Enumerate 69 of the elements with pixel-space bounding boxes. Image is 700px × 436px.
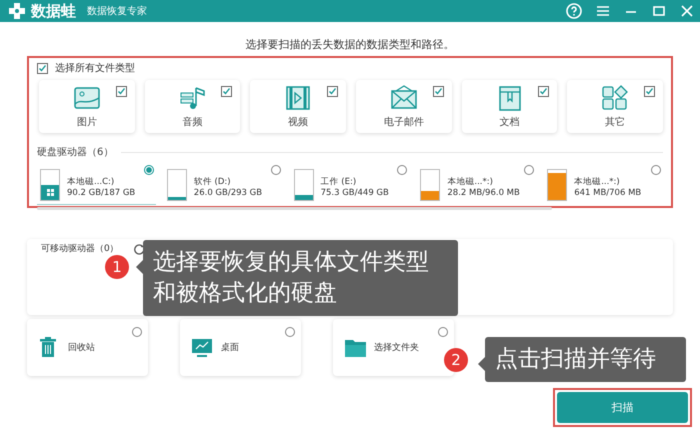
monitor-icon — [191, 336, 213, 358]
radio-button[interactable] — [397, 165, 408, 175]
file-type-label: 电子邮件 — [384, 116, 424, 129]
drive-name: 本地磁...*:) — [574, 177, 621, 188]
close-icon[interactable] — [680, 4, 694, 18]
drive-name: 本地磁...C:) — [67, 176, 116, 188]
callout-pointer — [136, 260, 143, 274]
maximize-icon[interactable] — [652, 4, 666, 18]
checkbox[interactable] — [116, 86, 127, 97]
drive-size: 26.0 GB/293 GB — [194, 188, 262, 199]
scrollbar[interactable] — [37, 207, 552, 210]
radio-button[interactable] — [132, 327, 142, 337]
callout-tooltip: 选择要恢复的具体文件类型和被格式化的硬盘 — [143, 240, 458, 316]
envelope-icon — [390, 84, 418, 112]
checkbox[interactable] — [432, 86, 444, 97]
drive-name: 工作 (E:) — [320, 177, 358, 188]
file-type-card[interactable]: 电子邮件 — [356, 80, 452, 133]
file-type-label: 视频 — [288, 116, 308, 129]
drive-name: 本地磁...*:) — [447, 177, 494, 188]
radio-button[interactable] — [144, 165, 154, 175]
drive-item[interactable]: 本地磁...*:) 641 MB/706 MB — [544, 165, 663, 205]
file-type-label: 音频 — [182, 116, 202, 129]
section-title: 硬盘驱动器（6） — [37, 146, 114, 159]
checkbox[interactable] — [644, 86, 656, 97]
app-subtitle: 数据恢复专家 — [87, 4, 147, 18]
film-icon — [284, 84, 312, 112]
heading-text: 选择要扫描的丢失数据的数据类型和路径。 — [244, 37, 456, 53]
file-type-label: 其它 — [605, 116, 626, 129]
step-badge: 2 — [444, 348, 468, 372]
drive-size: 28.2 MB/96.0 MB — [447, 188, 520, 199]
drive-item[interactable]: 本地磁...*:) 28.2 MB/96.0 MB — [417, 165, 536, 205]
location-label: 回收站 — [68, 342, 95, 354]
callout-tooltip: 点击扫描并等待 — [485, 337, 686, 382]
radio-button[interactable] — [270, 165, 281, 175]
file-type-card[interactable]: 视频 — [250, 80, 346, 133]
checkbox[interactable] — [37, 62, 48, 74]
file-type-card[interactable]: 文档 — [462, 80, 558, 133]
file-type-card[interactable]: 音频 — [144, 80, 240, 133]
drive-item[interactable]: 本地磁...C:) 90.2 GB/187 GB — [37, 165, 156, 205]
step-badge: 1 — [105, 255, 129, 279]
drive-size: 90.2 GB/187 GB — [67, 188, 136, 198]
radio-button[interactable] — [524, 165, 534, 175]
menu-icon[interactable] — [596, 4, 610, 18]
drive-size: 75.3 GB/449 GB — [320, 188, 389, 199]
location-card[interactable]: 桌面 — [180, 319, 301, 376]
drive-size: 641 MB/706 MB — [574, 188, 642, 199]
shapes-icon — [601, 84, 630, 112]
select-all-label: 选择所有文件类型 — [55, 62, 135, 75]
location-card[interactable]: 回收站 — [27, 319, 148, 376]
drive-item[interactable]: 软件 (D:) 26.0 GB/293 GB — [164, 165, 283, 205]
app-logo: 数据蛙 — [31, 2, 76, 20]
location-label: 选择文件夹 — [374, 342, 419, 354]
location-label: 桌面 — [221, 342, 239, 354]
file-type-label: 图片 — [76, 116, 97, 129]
help-icon[interactable] — [566, 3, 582, 19]
section-title: 可移动驱动器（0） — [41, 242, 119, 255]
checkbox[interactable] — [327, 86, 338, 97]
radio-button[interactable] — [285, 327, 295, 337]
callout-pointer — [478, 357, 485, 371]
drive-item[interactable]: 工作 (E:) 75.3 GB/449 GB — [290, 165, 410, 205]
checkbox[interactable] — [538, 86, 550, 97]
drive-name: 软件 (D:) — [194, 177, 232, 188]
checkbox[interactable] — [221, 86, 232, 97]
radio-button[interactable] — [650, 165, 661, 175]
radio-button[interactable] — [438, 327, 448, 337]
scan-button[interactable]: 扫描 — [557, 392, 688, 423]
file-type-card[interactable]: 图片 — [39, 80, 135, 133]
file-type-card[interactable]: 其它 — [567, 80, 664, 133]
file-type-label: 文档 — [500, 116, 520, 129]
